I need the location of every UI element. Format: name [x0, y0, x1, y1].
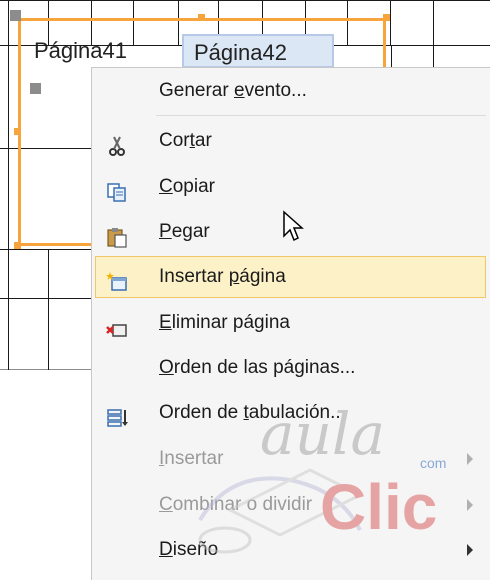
menu-item-label: Insertar página — [159, 266, 286, 287]
submenu-arrow-icon — [467, 544, 473, 556]
delete-page-icon — [106, 311, 128, 337]
submenu-arrow-icon — [467, 453, 473, 465]
menu-item-label: Eliminar página — [159, 312, 290, 333]
move-handle[interactable] — [30, 83, 41, 94]
menu-item-0[interactable]: Generar evento... — [92, 68, 487, 114]
menu-item-4[interactable]: Insertar página — [92, 254, 487, 300]
resize-handle-top-right[interactable] — [383, 14, 390, 21]
paste-icon — [106, 220, 128, 248]
tab-order-icon — [106, 401, 128, 427]
mouse-pointer-icon — [283, 210, 304, 242]
copy-icon — [106, 175, 128, 202]
menu-item-2[interactable]: Copiar — [92, 164, 487, 210]
watermark-com: com — [420, 455, 447, 471]
watermark-aula: aula — [260, 400, 386, 468]
menu-separator — [156, 115, 486, 116]
menu-item-6[interactable]: Orden de las páginas... — [92, 345, 487, 391]
resize-handle-left[interactable] — [14, 128, 21, 135]
submenu-arrow-icon — [467, 499, 473, 511]
menu-item-5[interactable]: Eliminar página — [92, 300, 487, 346]
resize-handle-bottom-left[interactable] — [14, 242, 21, 249]
menu-item-label: Cortar — [159, 130, 212, 151]
menu-item-label: Orden de las páginas... — [159, 357, 356, 378]
menu-item-highlight — [95, 256, 486, 298]
insert-page-icon — [106, 265, 128, 291]
move-handle[interactable] — [10, 10, 21, 21]
menu-item-label: Pegar — [159, 221, 210, 242]
resize-handle-top[interactable] — [198, 14, 205, 21]
watermark-clic: Clic — [320, 471, 438, 543]
menu-item-label: Copiar — [159, 176, 215, 197]
scissors-icon — [106, 129, 128, 156]
menu-item-1[interactable]: Cortar — [92, 118, 487, 164]
menu-item-label: Generar evento... — [159, 80, 307, 101]
